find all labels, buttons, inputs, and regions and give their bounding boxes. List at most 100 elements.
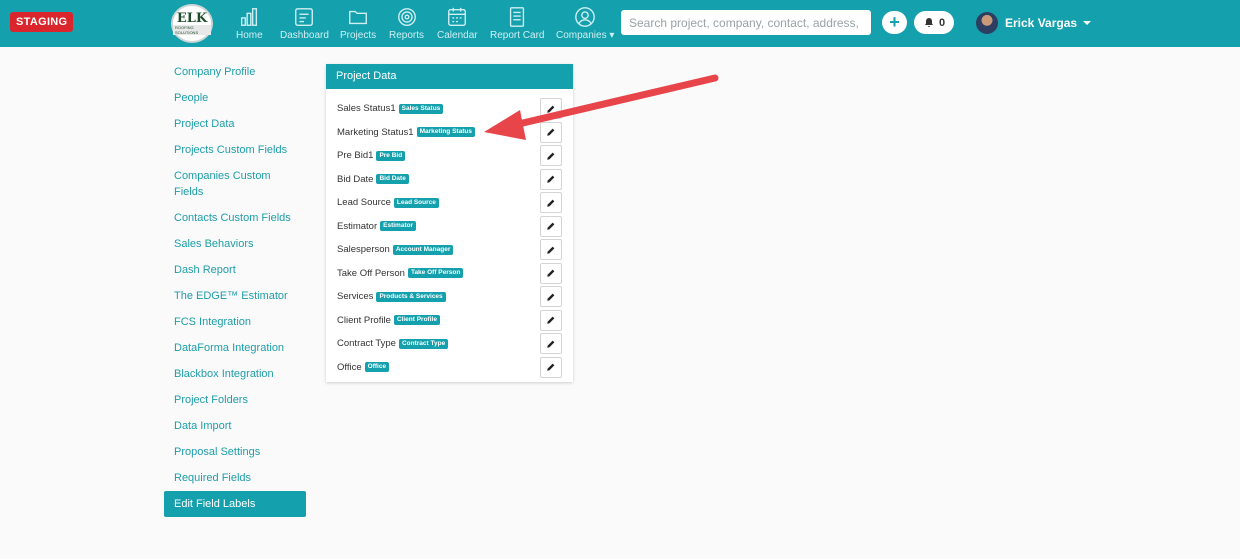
field-label: Sales Status1: [337, 103, 396, 115]
field-label: Estimator: [337, 220, 378, 232]
field-key-badge: Client Profile: [393, 315, 440, 326]
field-label-row: Services Products & Services: [326, 285, 573, 309]
calendar-icon: [448, 7, 467, 26]
logo-subtext: ROOFING SOLUTIONS: [173, 25, 211, 35]
pencil-icon: [547, 363, 555, 371]
field-key-badge: Bid Date: [376, 174, 409, 185]
field-label-row: Salesperson Account Manager: [326, 238, 573, 262]
person-icon: [575, 7, 596, 27]
pencil-icon: [547, 269, 555, 277]
sidebar-item-data-import[interactable]: Data Import: [164, 418, 306, 434]
nav-companies[interactable]: Companies ▾: [556, 6, 614, 42]
edit-label-button[interactable]: [540, 262, 562, 284]
top-nav: STAGING ELK ROOFING SOLUTIONS Home Dashb…: [0, 0, 1240, 47]
field-key-badge: Products & Services: [376, 291, 446, 302]
sidebar-item-projects-custom-fields[interactable]: Projects Custom Fields: [164, 142, 306, 158]
user-menu[interactable]: Erick Vargas: [1005, 16, 1092, 30]
nav-projects[interactable]: Projects: [340, 6, 376, 42]
folder-icon: [349, 10, 367, 25]
field-label: Client Profile: [337, 314, 391, 326]
field-label-row: Bid Date Bid Date: [326, 168, 573, 192]
edit-label-button[interactable]: [540, 333, 562, 354]
settings-sidebar: Company Profile People Project Data Proj…: [164, 64, 306, 527]
sidebar-item-sales-behaviors[interactable]: Sales Behaviors: [164, 236, 306, 252]
edit-label-button[interactable]: [540, 168, 562, 190]
nav-dashboard[interactable]: Dashboard: [280, 6, 329, 42]
edit-label-button[interactable]: [540, 356, 562, 378]
edit-label-button[interactable]: [540, 215, 562, 237]
chevron-down-icon: [1083, 21, 1092, 25]
nav-home[interactable]: Home: [236, 6, 263, 42]
sidebar-item-edge-estimator[interactable]: The EDGE™ Estimator: [164, 288, 306, 304]
sidebar-item-edit-field-labels[interactable]: Edit Field Labels: [164, 491, 306, 517]
sidebar-item-dataforma-integration[interactable]: DataForma Integration: [164, 340, 306, 356]
annotation-arrow: [484, 74, 719, 140]
field-label-row: Estimator Estimator: [326, 215, 573, 239]
pencil-icon: [547, 199, 555, 207]
avatar[interactable]: [976, 12, 998, 34]
field-key-badge: Sales Status: [398, 103, 444, 114]
field-label: Pre Bid1: [337, 150, 374, 162]
target-icon: [397, 8, 416, 26]
field-key-badge: Pre Bid: [376, 150, 406, 161]
nav-reports-label: Reports: [389, 30, 425, 41]
company-logo[interactable]: ELK ROOFING SOLUTIONS: [171, 4, 213, 43]
pencil-icon: [547, 293, 555, 301]
field-label-row: Lead Source Lead Source: [326, 191, 573, 215]
nav-dashboard-label: Dashboard: [280, 30, 329, 41]
search-input[interactable]: [621, 10, 871, 35]
notifications-button[interactable]: 0: [914, 11, 954, 34]
field-label: Marketing Status1: [337, 126, 414, 138]
user-name: Erick Vargas: [1005, 16, 1078, 30]
nav-calendar[interactable]: Calendar: [437, 6, 478, 42]
field-label: Lead Source: [337, 197, 391, 209]
pencil-icon: [547, 316, 555, 324]
field-label: Bid Date: [337, 173, 374, 185]
bar-chart-icon: [241, 8, 258, 26]
sidebar-item-companies-custom-fields[interactable]: Companies Custom Fields: [164, 168, 284, 200]
field-label-row: Office Office: [326, 356, 573, 380]
sidebar-item-company-profile[interactable]: Company Profile: [164, 64, 306, 80]
field-key-badge: Estimator: [380, 221, 417, 232]
edit-label-button[interactable]: [540, 309, 562, 331]
sidebar-item-project-data[interactable]: Project Data: [164, 116, 306, 132]
sidebar-item-project-folders[interactable]: Project Folders: [164, 392, 306, 408]
field-label: Contract Type: [337, 338, 396, 350]
edit-label-button[interactable]: [540, 286, 562, 307]
sidebar-item-required-fields[interactable]: Required Fields: [164, 470, 306, 486]
field-label-row: Take Off Person Take Off Person: [326, 262, 573, 286]
nav-calendar-label: Calendar: [437, 30, 478, 41]
field-key-badge: Marketing Status: [416, 127, 475, 138]
nav-reports[interactable]: Reports: [389, 6, 424, 42]
field-label: Services: [337, 291, 374, 303]
bell-icon: [924, 17, 933, 27]
edit-label-button[interactable]: [540, 145, 562, 166]
edit-label-button[interactable]: [540, 239, 562, 260]
pencil-icon: [547, 222, 555, 230]
sidebar-item-blackbox-integration[interactable]: Blackbox Integration: [164, 366, 306, 382]
field-label-row: Contract Type Contract Type: [326, 332, 573, 356]
field-key-badge: Lead Source: [393, 197, 439, 208]
pencil-icon: [547, 175, 555, 183]
logo-text: ELK: [176, 11, 208, 26]
notification-count: 0: [938, 16, 946, 29]
staging-badge: STAGING: [10, 12, 74, 32]
sidebar-item-contacts-custom-fields[interactable]: Contacts Custom Fields: [164, 210, 306, 226]
pencil-icon: [547, 340, 555, 348]
field-key-badge: Take Off Person: [407, 268, 464, 279]
nav-home-label: Home: [236, 30, 263, 41]
sidebar-item-dash-report[interactable]: Dash Report: [164, 262, 306, 278]
nav-report-card[interactable]: Report Card: [490, 6, 544, 42]
dashboard-icon: [295, 8, 314, 26]
field-label-row: Client Profile Client Profile: [326, 309, 573, 333]
add-button[interactable]: +: [882, 11, 907, 34]
nav-report-card-label: Report Card: [490, 30, 545, 41]
field-label: Office: [337, 361, 362, 373]
edit-label-button[interactable]: [540, 192, 562, 213]
sidebar-item-fcs-integration[interactable]: FCS Integration: [164, 314, 306, 330]
sidebar-item-people[interactable]: People: [164, 90, 306, 106]
nav-companies-label: Companies ▾: [556, 30, 615, 41]
report-card-icon: [510, 7, 525, 27]
sidebar-item-proposal-settings[interactable]: Proposal Settings: [164, 444, 306, 460]
nav-projects-label: Projects: [340, 30, 377, 41]
